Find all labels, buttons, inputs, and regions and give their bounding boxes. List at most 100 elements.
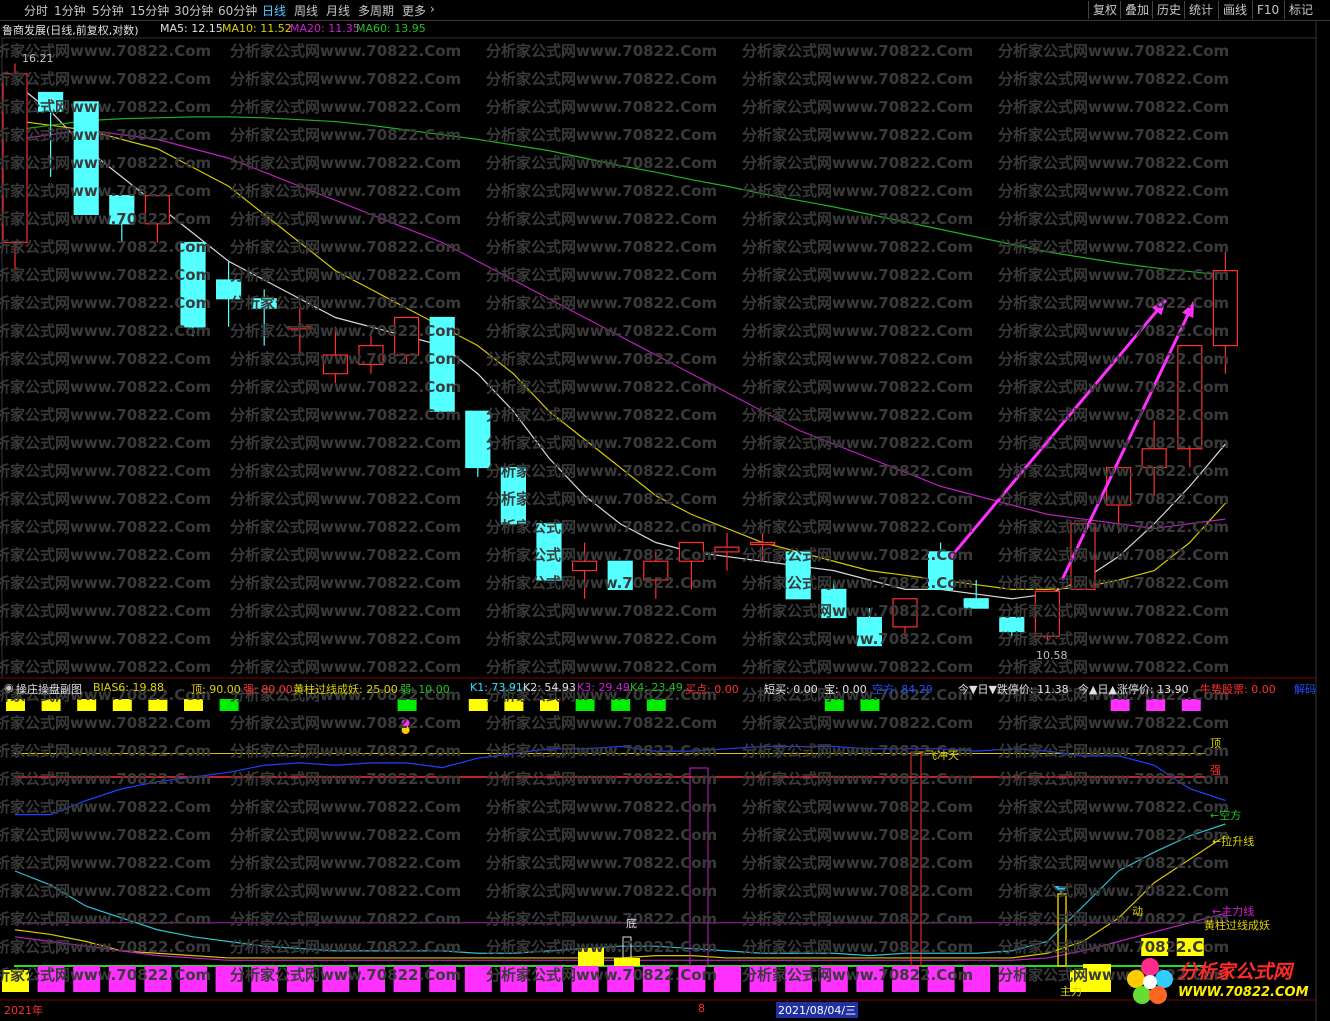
watermark-text: 分析家公式网www.70822.Com bbox=[0, 574, 212, 592]
watermark-text: 分析家公式网www.70822.Com bbox=[742, 462, 974, 480]
watermark-text: 分析家公式网www.70822.Com bbox=[742, 238, 974, 256]
stock-info[interactable]: 鲁商发展(日线,前复权,对数) bbox=[2, 22, 139, 38]
site-logo: 分析家公式网 WWW.70822.COM bbox=[1122, 955, 1318, 1007]
watermark-text: 分析家公式网www.70822.Com bbox=[486, 406, 718, 424]
watermark-text: 分析家公式网www.70822.Com bbox=[742, 630, 974, 648]
sub-indicator-11: 宝: 0.00 bbox=[824, 683, 867, 696]
watermark-text: 分析家公式网www.70822.Com bbox=[486, 742, 718, 760]
watermark-text: 分析家公式网www.70822.Com bbox=[486, 70, 718, 88]
watermark-text: 分析家公式网www.70822.Com bbox=[998, 882, 1230, 900]
watermark-text: 分析家公式网www.70822.Com bbox=[0, 854, 212, 872]
sub-indicator-8: K4: 23.49 bbox=[630, 681, 683, 694]
watermark-text: 分析家公式网www.70822.Com bbox=[742, 798, 974, 816]
watermark-text: 分析家公式网www.70822.Com bbox=[486, 434, 718, 452]
watermark-text: 分析家公式网www.70822.Com bbox=[486, 98, 718, 116]
watermark-text: 分析家公式网www.70822.Com bbox=[0, 630, 212, 648]
annotation-dong: 动 bbox=[1132, 905, 1143, 918]
watermark-text: 分析家公式网www.70822.Com bbox=[486, 266, 718, 284]
time-axis-month: 8 bbox=[698, 1002, 705, 1015]
ma-legend-3: MA60: 13.95 bbox=[356, 22, 426, 35]
watermark-text: 分析家公式网www.70822.Com bbox=[230, 406, 462, 424]
watermark-text: 分析家公式网www.70822.Com bbox=[742, 98, 974, 116]
sub-right-label-5: 黄柱过线成妖 bbox=[1204, 919, 1270, 932]
watermark-text: 分析家公式网www.70822.Com bbox=[742, 546, 974, 564]
watermark-text: 分析家公式网www.70822.Com bbox=[742, 826, 974, 844]
watermark-text: 分析家公式网www.70822.Com bbox=[742, 406, 974, 424]
watermark-text: 分析家公式网www.70822.Com bbox=[486, 126, 718, 144]
watermark-text: 分析家公式网www.70822.Com bbox=[998, 70, 1230, 88]
watermark-text: 分析家公式网www.70822.Com bbox=[486, 574, 718, 592]
watermark-text: 分析家公式网www.70822.Com bbox=[230, 546, 462, 564]
sub-indicator-14: 今▲日▲涨停价: 13.90 bbox=[1078, 683, 1189, 696]
watermark-text: 分析家公式网www.70822.Com bbox=[998, 518, 1230, 536]
watermark-text: 分析家公式网www.70822.Com bbox=[998, 574, 1230, 592]
sub-chart-title-icon[interactable]: ◉ bbox=[4, 681, 14, 694]
watermark-text: 分析家公式网www.70822.Com bbox=[742, 322, 974, 340]
watermark-text: 分析家公式网www.70822.Com bbox=[230, 490, 462, 508]
time-axis-year: 2021年 bbox=[4, 1004, 43, 1017]
watermark-text: 分析家公式网www.70822.Com bbox=[230, 350, 462, 368]
watermark-text: 分析家公式网www.70822.Com bbox=[0, 238, 212, 256]
watermark-text: 分析家公式网www.70822.Com bbox=[486, 910, 718, 928]
watermark-text: 分析家公式网www.70822.Com bbox=[998, 294, 1230, 312]
watermark-text: 分析家公式网www.70822.Com bbox=[0, 966, 212, 984]
watermark-text: 分析家公式网www.70822.Com bbox=[742, 910, 974, 928]
sub-right-label-1: 强 bbox=[1210, 764, 1221, 777]
annotation-zhuli: 主力 bbox=[1060, 985, 1082, 998]
watermark-text: 分析家公式网www.70822.Com bbox=[998, 182, 1230, 200]
watermark-text: 分析家公式网www.70822.Com bbox=[486, 602, 718, 620]
sub-right-label-2: ←空方 bbox=[1210, 809, 1242, 822]
ma-legend-2: MA20: 11.35 bbox=[290, 22, 360, 35]
watermark-text: 分析家公式网www.70822.Com bbox=[0, 126, 212, 144]
watermark-text: 分析家公式网www.70822.Com bbox=[998, 126, 1230, 144]
watermark-text: 分析家公式网www.70822.Com bbox=[742, 42, 974, 60]
watermark-text: 分析家公式网www.70822.Com bbox=[0, 546, 212, 564]
watermark-text: 分析家公式网www.70822.Com bbox=[742, 602, 974, 620]
ma-legend-1: MA10: 11.52 bbox=[222, 22, 292, 35]
watermark-text: 分析家公式网www.70822.Com bbox=[486, 182, 718, 200]
watermark-text: 分析家公式网www.70822.Com bbox=[230, 42, 462, 60]
watermark-text: 分析家公式网www.70822.Com bbox=[0, 938, 212, 956]
watermark-text: 分析家公式网www.70822.Com bbox=[230, 322, 462, 340]
watermark-text: 分析家公式网www.70822.Com bbox=[998, 378, 1230, 396]
watermark-text: 分析家公式网www.70822.Com bbox=[742, 714, 974, 732]
watermark-text: 分析家公式网www.70822.Com bbox=[0, 882, 212, 900]
watermark-text: 分析家公式网www.70822.Com bbox=[230, 70, 462, 88]
watermark-text: 分析家公式网www.70822.Com bbox=[742, 126, 974, 144]
watermark-text: 分析家公式网www.70822.Com bbox=[0, 658, 212, 676]
flower-logo-icon bbox=[1127, 958, 1173, 1004]
watermark-text: 分析家公式网www.70822.Com bbox=[0, 518, 212, 536]
watermark-text: 分析家公式网www.70822.Com bbox=[0, 406, 212, 424]
watermark-text: 分析家公式网www.70822.Com bbox=[230, 602, 462, 620]
watermark-text: 分析家公式网www.70822.Com bbox=[742, 938, 974, 956]
watermark-text: 分析家公式网www.70822.Com bbox=[742, 770, 974, 788]
watermark-text: 分析家公式网www.70822.Com bbox=[998, 434, 1230, 452]
watermark-text: 分析家公式网www.70822.Com bbox=[0, 490, 212, 508]
watermark-text: 分析家公式网www.70822.Com bbox=[0, 322, 212, 340]
watermark-text: 分析家公式网www.70822.Com bbox=[998, 322, 1230, 340]
watermark-text: 分析家公式网www.70822.Com bbox=[230, 658, 462, 676]
watermark-text: 分析家公式网www.70822.Com bbox=[486, 238, 718, 256]
watermark-text: 分析家公式网www.70822.Com bbox=[486, 518, 718, 536]
bottom-box bbox=[714, 966, 741, 992]
watermark-text: 分析家公式网www.70822.Com bbox=[230, 98, 462, 116]
watermark-text: 分析家公式网www.70822.Com bbox=[0, 98, 212, 116]
watermark-text: 分析家公式网www.70822.Com bbox=[230, 210, 462, 228]
watermark-text: 分析家公式网www.70822.Com bbox=[0, 742, 212, 760]
watermark-text: 分析家公式网www.70822.Com bbox=[230, 518, 462, 536]
watermark-text: 分析家公式网www.70822.Com bbox=[0, 182, 212, 200]
watermark-text: 分析家公式网www.70822.Com bbox=[0, 294, 212, 312]
logo-url: WWW.70822.COM bbox=[1178, 985, 1309, 1000]
watermark-text: 分析家公式网www.70822.Com bbox=[230, 574, 462, 592]
watermark-text: 分析家公式网www.70822.Com bbox=[0, 910, 212, 928]
time-axis-cursor-date: 2021/08/04/三 bbox=[776, 1002, 859, 1018]
sub-chart-title[interactable]: 操庄操盘副图 bbox=[16, 681, 82, 697]
watermark-text: 分析家公式网www.70822.Com bbox=[998, 798, 1230, 816]
watermark-text: 分析家公式网www.70822.Com bbox=[742, 490, 974, 508]
watermark-text: 分析家公式网www.70822.Com bbox=[742, 574, 974, 592]
watermark-text: 分析家公式网www.70822.Com bbox=[486, 378, 718, 396]
watermark-text: 分析家公式网www.70822.Com bbox=[486, 826, 718, 844]
watermark-text: 分析家公式网www.70822.Com bbox=[230, 182, 462, 200]
watermark-text: 分析家公式网www.70822.Com bbox=[486, 154, 718, 172]
low-price-label: 10.58 bbox=[1036, 649, 1068, 662]
